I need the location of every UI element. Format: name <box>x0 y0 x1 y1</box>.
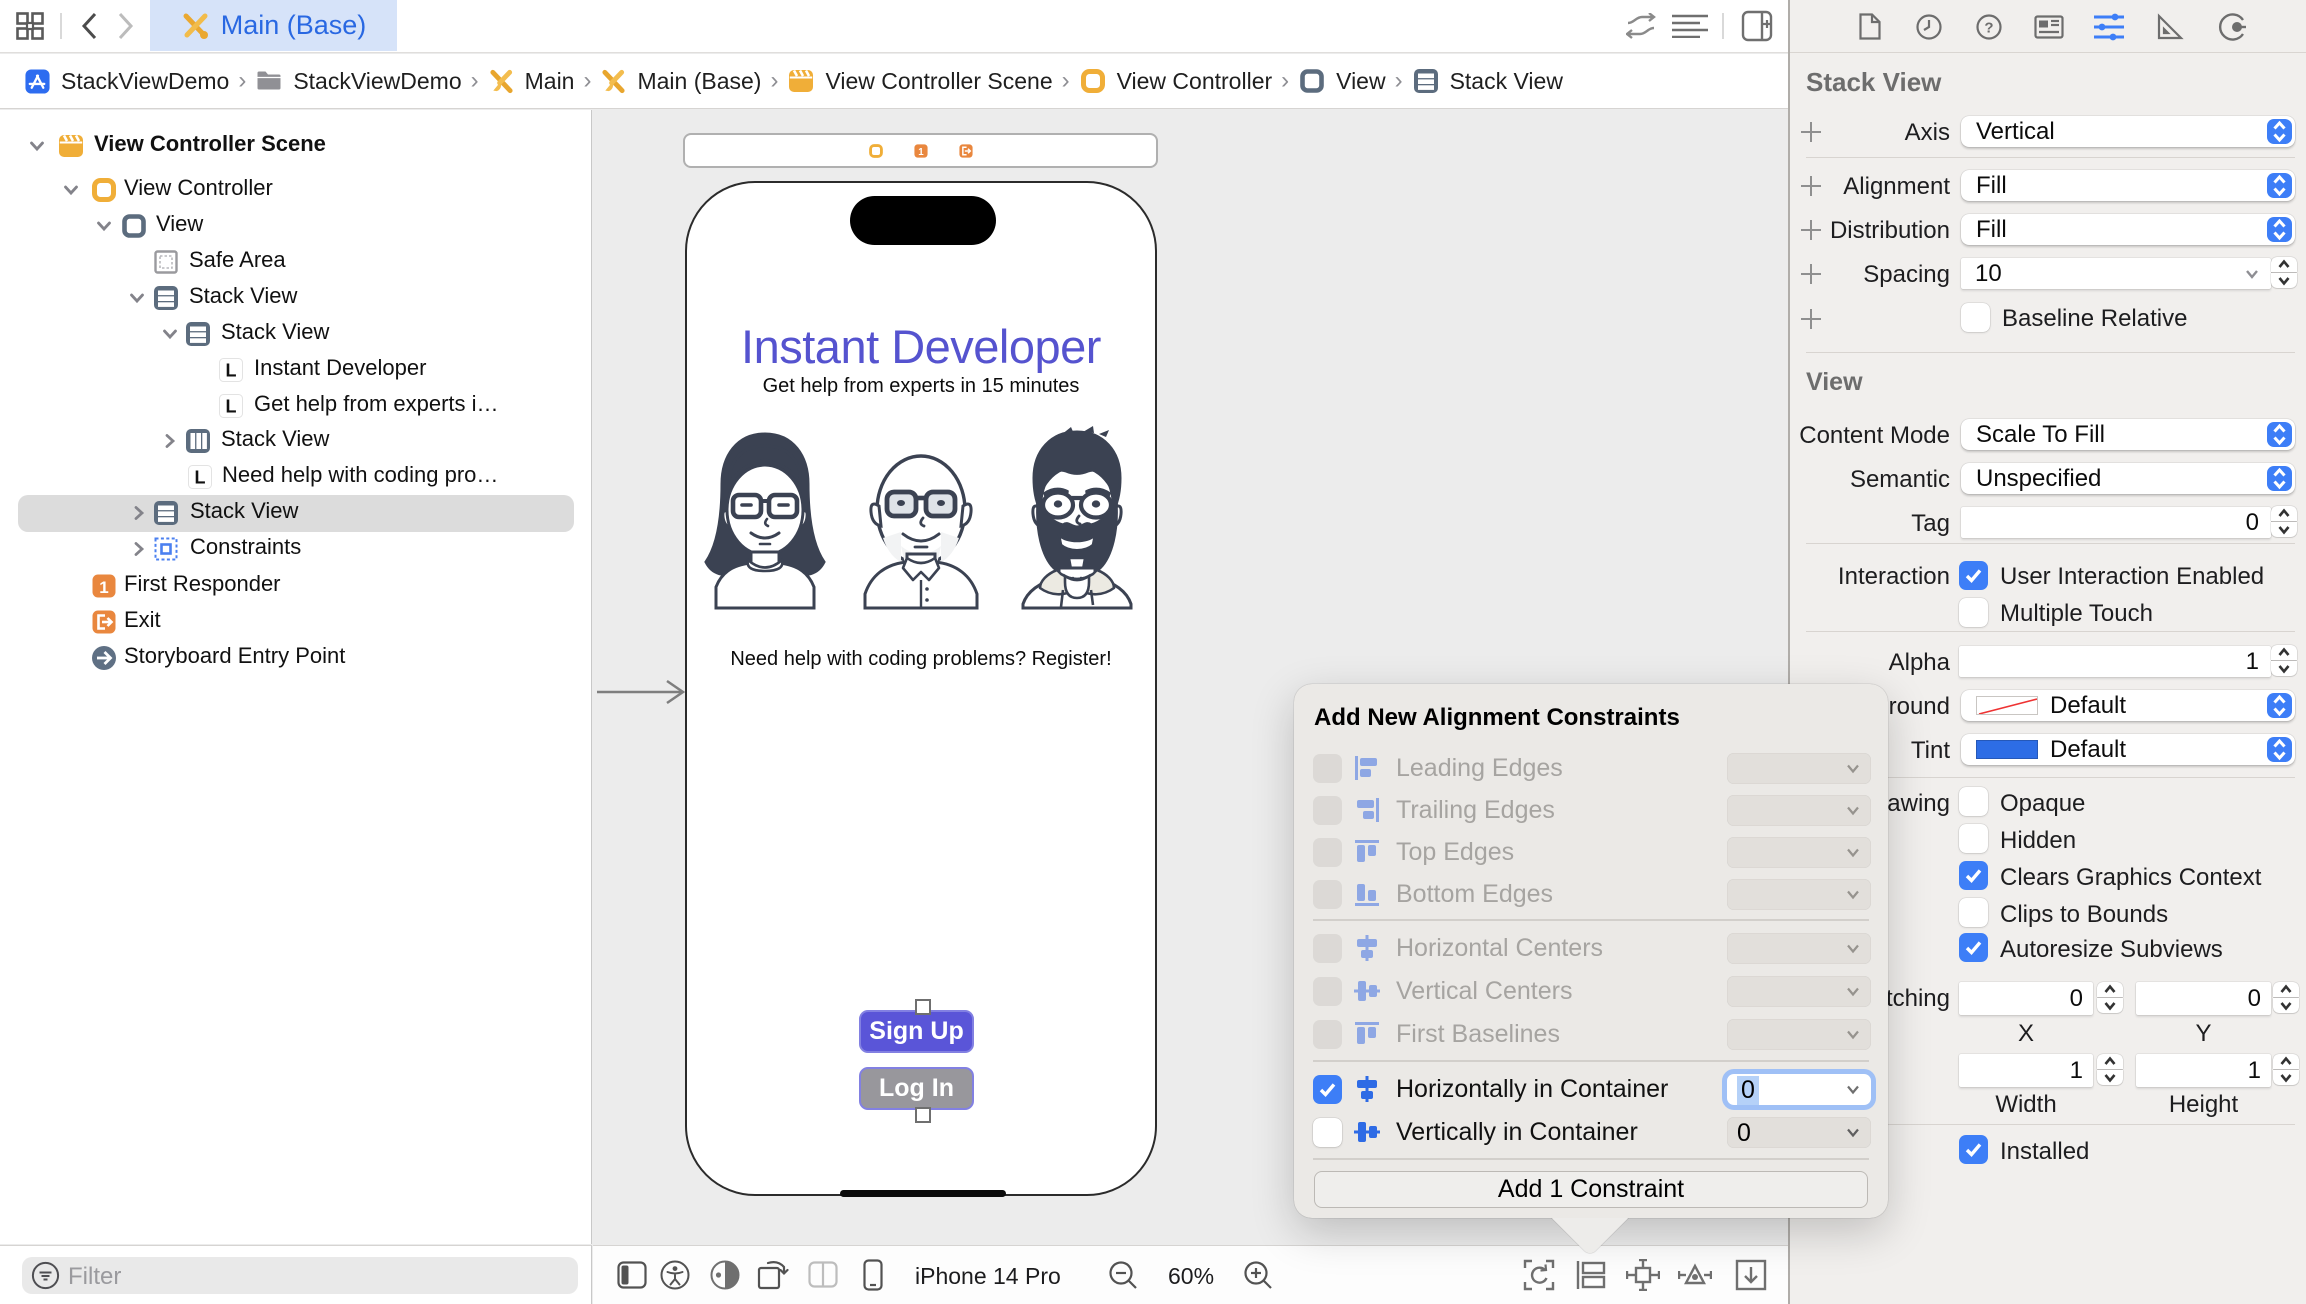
svg-text:?: ? <box>1984 20 1993 37</box>
